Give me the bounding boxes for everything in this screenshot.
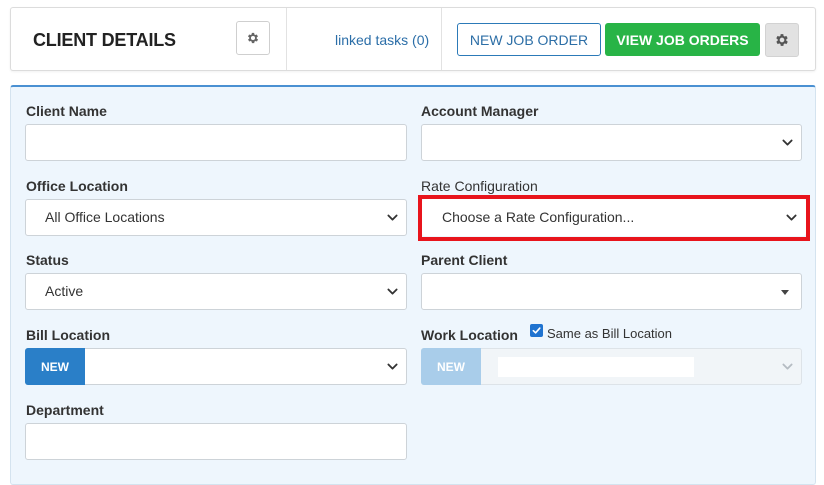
header-settings-button[interactable] [765, 23, 799, 57]
status-label: Status [26, 252, 69, 268]
bill-location-new-button[interactable]: NEW [25, 348, 85, 385]
linked-tasks-link[interactable]: linked tasks (0) [335, 32, 429, 48]
account-manager-select[interactable] [421, 124, 802, 161]
work-location-value [498, 357, 694, 377]
gear-icon [246, 31, 260, 45]
rate-configuration-label: Rate Configuration [421, 178, 538, 194]
office-location-select[interactable]: All Office Locations [25, 199, 407, 236]
check-icon [532, 327, 541, 334]
status-value: Active [45, 283, 84, 299]
same-as-bill-checkbox[interactable] [530, 324, 543, 337]
status-select[interactable]: Active [25, 273, 407, 310]
chevron-down-icon [387, 212, 398, 223]
client-name-input[interactable] [25, 124, 407, 161]
new-job-order-button[interactable]: NEW JOB ORDER [457, 23, 601, 56]
client-details-header: CLIENT DETAILS linked tasks (0) NEW JOB … [10, 7, 816, 71]
account-manager-label: Account Manager [421, 103, 539, 119]
chevron-down-icon [782, 137, 793, 148]
chevron-down-icon [782, 361, 793, 372]
title-settings-button[interactable] [236, 21, 270, 55]
office-location-value: All Office Locations [45, 209, 165, 225]
office-location-label: Office Location [26, 178, 128, 194]
chevron-down-icon [387, 361, 398, 372]
same-as-bill-label: Same as Bill Location [547, 326, 673, 341]
chevron-down-icon [387, 286, 398, 297]
bill-location-label: Bill Location [26, 327, 110, 343]
department-label: Department [26, 402, 104, 418]
work-location-label: Work Location [421, 327, 518, 343]
header-divider [286, 8, 287, 70]
view-job-orders-button[interactable]: VIEW JOB ORDERS [605, 23, 760, 56]
header-divider [441, 8, 442, 70]
gear-icon [774, 32, 790, 48]
work-location-new-button: NEW [421, 348, 481, 385]
department-input[interactable] [25, 423, 407, 460]
parent-client-select[interactable] [421, 273, 802, 310]
page-title: CLIENT DETAILS [33, 30, 176, 50]
client-name-label: Client Name [26, 103, 107, 119]
caret-down-icon [781, 290, 789, 295]
rate-configuration-highlight [418, 195, 810, 241]
parent-client-label: Parent Client [421, 252, 508, 268]
